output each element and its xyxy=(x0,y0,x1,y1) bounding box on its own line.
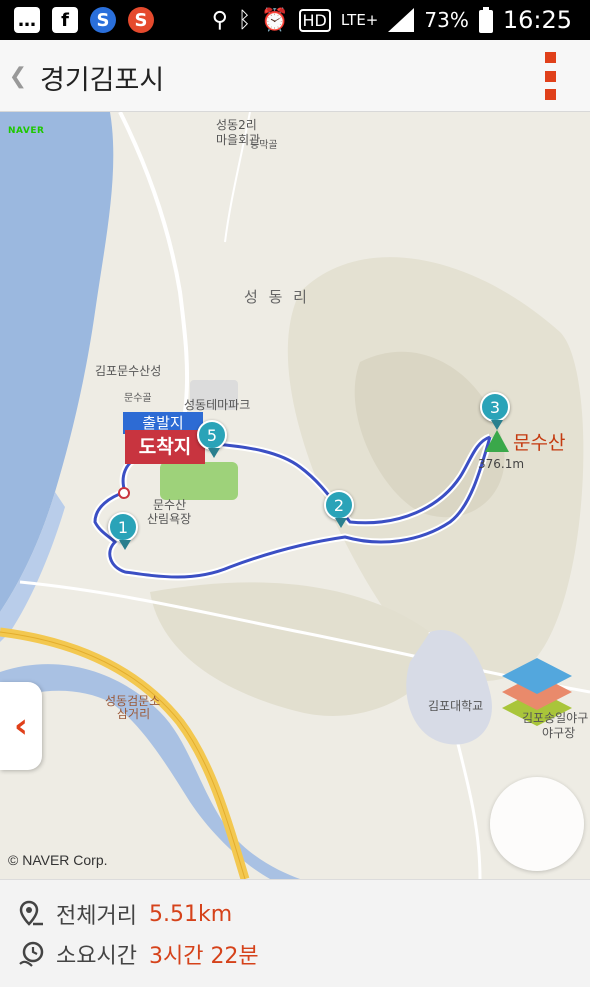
back-chevron-icon: ❮ xyxy=(8,63,28,89)
s-blue-icon: S xyxy=(90,7,116,33)
status-notifications: … f S S xyxy=(14,6,154,34)
page-title: 경기김포시 xyxy=(40,65,165,96)
waypoint-marker[interactable]: 2 xyxy=(324,490,354,528)
facebook-icon: f xyxy=(52,7,78,33)
chevron-left-icon: ‹ xyxy=(13,706,28,746)
place-label: 삼거리 xyxy=(117,707,151,721)
message-icon: … xyxy=(14,7,40,33)
waypoint-marker[interactable]: 5 xyxy=(197,420,227,458)
lte-icon: LTE+ xyxy=(340,11,379,29)
status-bar: … f S S ⚲ ᛒ ⏰ HD LTE+ 73% 16:25 xyxy=(0,0,590,40)
place-label: 등막골 xyxy=(250,140,278,151)
waypoint-marker[interactable]: 3 xyxy=(480,392,510,430)
bluetooth-icon: ᛒ xyxy=(237,7,252,33)
place-label: 김포문수산성 xyxy=(95,364,162,378)
place-label: 김포대학교 xyxy=(428,699,484,713)
duration-label: 소요시간 xyxy=(56,944,137,969)
map-layer-button[interactable] xyxy=(490,777,584,871)
map-base xyxy=(0,112,590,879)
map-copyright: © NAVER Corp. xyxy=(8,852,108,868)
end-flag[interactable]: 도착지 xyxy=(125,430,205,464)
place-label: 성동테마파크 xyxy=(184,398,251,412)
distance-label: 전체거리 xyxy=(56,904,137,929)
more-dot xyxy=(544,89,556,100)
signal-icon xyxy=(388,8,415,32)
s-red-icon: S xyxy=(128,7,154,33)
naver-logo: NAVER xyxy=(8,126,45,136)
route-info-panel: 전체거리 5.51km 소요시간 3시간 22분 xyxy=(0,879,590,987)
route-map[interactable]: NAVER 성동2리 마을회관 등막골 성 동 리 김포문수산성 문수골 성동테… xyxy=(0,112,590,879)
more-dot xyxy=(544,70,556,82)
start-end-pin xyxy=(118,487,130,499)
place-label: 문수골 xyxy=(124,393,152,404)
battery-percent: 73% xyxy=(424,8,469,32)
app-bar: ❮ 경기김포시 xyxy=(0,40,590,112)
alarm-icon: ⏰ xyxy=(261,7,289,33)
duration-row: 소요시간 3시간 22분 xyxy=(18,938,259,970)
elevation-label: 376.1m xyxy=(478,457,525,471)
hd-icon: HD xyxy=(298,8,331,32)
side-panel-toggle[interactable]: ‹ xyxy=(0,682,42,770)
duration-value: 3시간 22분 xyxy=(148,944,259,969)
more-vertical-icon xyxy=(544,52,556,63)
location-icon: ⚲ xyxy=(211,7,228,33)
battery-icon xyxy=(478,7,493,33)
distance-row: 전체거리 5.51km xyxy=(18,898,232,930)
waypoint-marker[interactable]: 1 xyxy=(108,512,138,550)
place-label: 야구장 xyxy=(542,726,576,740)
peak-label: 문수산 xyxy=(513,432,566,454)
status-time: 16:25 xyxy=(502,6,572,34)
back-button[interactable]: ❮ xyxy=(4,58,32,94)
place-label: 산림욕장 xyxy=(147,512,192,526)
clock-walk-icon xyxy=(18,940,46,968)
more-menu-button[interactable] xyxy=(540,52,560,100)
status-system: ⚲ ᛒ ⏰ HD LTE+ 73% 16:25 xyxy=(212,4,572,36)
route-pin-icon xyxy=(18,900,46,928)
distance-value: 5.51km xyxy=(148,901,233,927)
area-label: 성 동 리 xyxy=(244,288,310,306)
